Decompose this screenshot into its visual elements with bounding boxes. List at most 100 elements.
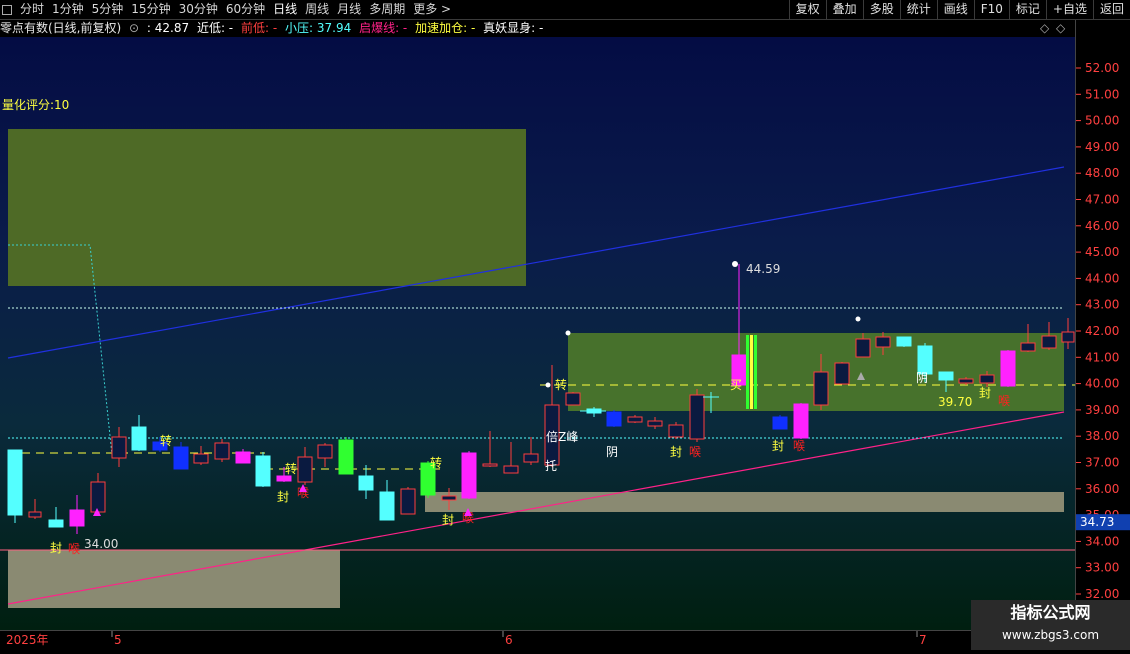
price-tick-label: 44.00 <box>1085 271 1119 285</box>
signal-stripe <box>750 335 753 409</box>
candle-body <box>1000 350 1016 387</box>
upper-green-zone <box>8 129 526 286</box>
toolbar-button-4[interactable]: 画线 <box>936 0 974 19</box>
menu-square-icon[interactable] <box>2 4 12 15</box>
period-tab-10[interactable]: 更多 > <box>409 0 455 19</box>
dot-marker-1 <box>565 330 571 336</box>
feng-label-6: 封 <box>979 386 991 400</box>
period-tab-5[interactable]: 60分钟 <box>222 0 269 19</box>
candle-body <box>772 416 788 430</box>
hou-label-5: 喉 <box>793 439 805 453</box>
site-watermark: 指标公式网 www.zbgs3.com <box>971 600 1130 650</box>
date-label-june: 6 <box>505 633 513 647</box>
price-tick-label: 33.00 <box>1085 561 1119 575</box>
diamond-icon-1[interactable]: ◇ <box>1040 20 1049 37</box>
period-tab-8[interactable]: 月线 <box>333 0 365 19</box>
signal-stripe <box>754 335 757 409</box>
candle-body <box>111 436 127 459</box>
date-axis: 2025年 5 6 7 <box>0 630 1075 651</box>
period-tab-1[interactable]: 1分钟 <box>48 0 88 19</box>
price-tick-label: 39.00 <box>1085 403 1119 417</box>
period-tab-2[interactable]: 5分钟 <box>88 0 128 19</box>
toolbar-button-7[interactable]: +自选 <box>1045 0 1093 19</box>
toolbar-button-3[interactable]: 统计 <box>899 0 937 19</box>
toolbar-button-5[interactable]: F10 <box>973 0 1009 19</box>
price-tick-label: 52.00 <box>1085 61 1119 75</box>
high-price-label: 44.59 <box>746 262 780 276</box>
candle-body <box>441 495 457 501</box>
yin-label-2: 阴 <box>916 371 928 385</box>
toolbar-button-6[interactable]: 标记 <box>1008 0 1046 19</box>
candle-body <box>834 362 850 385</box>
period-tab-9[interactable]: 多周期 <box>365 0 409 19</box>
candle-body <box>173 446 189 470</box>
feng-label-3: 封 <box>442 513 454 527</box>
candle-body <box>1041 335 1057 349</box>
support-gray-zone <box>425 492 1064 512</box>
candle-body <box>400 488 416 515</box>
candle-body <box>358 475 374 491</box>
candle-body <box>979 374 995 384</box>
candle-body <box>813 371 829 406</box>
indicator-info-bar: 零点有数(日线,前复权) ⊙ : 42.87 近低: - 前低: - 小压: 3… <box>0 20 1075 37</box>
zhuan-label-4: 转 <box>555 377 567 392</box>
candle-body <box>896 336 912 347</box>
kline-chart-area[interactable]: 量化评分:10 44.59 34.00 39.70 转 转 转 转 封 封 封 … <box>0 37 1075 630</box>
zhuan-label-3: 转 <box>430 455 442 470</box>
candle-body <box>958 378 974 384</box>
candle-body <box>379 491 395 521</box>
prev-low-readout: 前低: - <box>240 21 278 35</box>
lower-gray-zone <box>8 550 340 608</box>
price-tick-label: 51.00 <box>1085 87 1119 101</box>
toolbar-button-0[interactable]: 复权 <box>788 0 826 19</box>
candle-body <box>523 453 539 463</box>
candle-body <box>606 411 622 427</box>
toolbar-button-2[interactable]: 多股 <box>862 0 900 19</box>
candle-body <box>503 465 519 474</box>
period-tabs: 分时 1分钟 5分钟 15分钟 30分钟 60分钟 日线 周线 月线 多周期 更多 > <box>0 0 455 19</box>
date-label-may: 5 <box>114 633 122 647</box>
candle-body <box>317 444 333 459</box>
price-tick-label: 42.00 <box>1085 324 1119 338</box>
hou-label-4: 喉 <box>689 445 701 459</box>
candle-body <box>668 424 684 438</box>
diamond-icon-2[interactable]: ◇ <box>1056 20 1065 37</box>
period-tab-6[interactable]: 日线 <box>269 0 301 19</box>
candle-body <box>276 475 292 482</box>
hou-label-6: 喉 <box>998 394 1010 408</box>
candle-body <box>131 426 147 451</box>
small-pressure-readout: 小压: 37.94 <box>285 21 352 35</box>
period-tab-7[interactable]: 周线 <box>301 0 333 19</box>
price-tick-label: 37.00 <box>1085 456 1119 470</box>
candle-body <box>7 449 23 516</box>
period-tab-4[interactable]: 30分钟 <box>175 0 222 19</box>
tuo-label: 托 <box>545 459 557 473</box>
price-tick-label: 40.00 <box>1085 377 1119 391</box>
price-tick-label: 48.00 <box>1085 166 1119 180</box>
title-dropdown-icon[interactable]: ⊙ <box>129 21 139 35</box>
candle-body <box>214 442 230 460</box>
candle-body <box>565 392 581 406</box>
price-tick-label: 50.00 <box>1085 114 1119 128</box>
watermark-url: www.zbgs3.com <box>1001 628 1100 642</box>
candle-body <box>255 455 271 487</box>
price-tick-label: 41.00 <box>1085 350 1119 364</box>
current-price-label: 34.73 <box>1080 515 1114 529</box>
dot-marker-2 <box>545 382 551 388</box>
candle-body <box>793 403 809 439</box>
candle-body <box>1061 331 1075 343</box>
toolbar-button-1[interactable]: 叠加 <box>825 0 863 19</box>
price-tick-label: 46.00 <box>1085 219 1119 233</box>
price-3970-label: 39.70 <box>938 395 972 409</box>
candle-body <box>917 345 933 375</box>
kline-chart-svg: 量化评分:10 44.59 34.00 39.70 转 转 转 转 封 封 封 … <box>0 98 1075 608</box>
candle-body <box>875 336 891 348</box>
score-label: 量化评分:10 <box>2 98 69 112</box>
candle-body <box>28 511 42 518</box>
period-tab-3[interactable]: 15分钟 <box>127 0 174 19</box>
price-axis: 52.00 51.00 50.00 49.00 48.00 47.00 46.00 45.00… <box>1075 20 1130 630</box>
toolbar-button-8[interactable]: 返回 <box>1092 0 1130 19</box>
hou-label-1: 喉 <box>68 542 80 556</box>
price-tick-label: 45.00 <box>1085 245 1119 259</box>
period-tab-0[interactable]: 分时 <box>16 0 48 19</box>
